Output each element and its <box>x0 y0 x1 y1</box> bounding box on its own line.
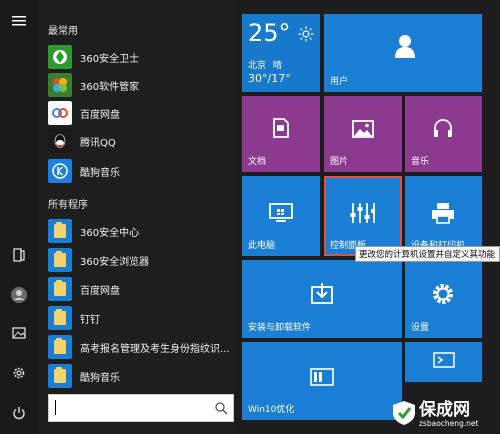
frequent-section-title: 最常用 <box>48 26 78 37</box>
computer-icon <box>269 203 293 227</box>
win10-optimize-tile[interactable]: Win10优化 <box>242 342 402 420</box>
install-uninstall-tile-label: 安装与卸载软件 <box>248 323 312 333</box>
list-item-label: 腾讯QQ <box>80 137 116 149</box>
power-icon[interactable] <box>6 400 32 426</box>
control-panel-tile[interactable]: 控制面板 <box>324 176 402 256</box>
settings-tile-label: 设置 <box>411 323 430 333</box>
list-item-label: 360软件管家 <box>80 81 140 93</box>
pictures-tile-icon <box>352 120 374 142</box>
list-item[interactable]: 腾讯QQ <box>48 128 234 154</box>
watermark: 保成网 zsbaocheng.net <box>392 400 479 430</box>
list-item[interactable]: 钉钉 <box>48 305 234 331</box>
documents-tile[interactable]: 文档 <box>242 96 320 172</box>
terminal-tile[interactable] <box>405 342 482 382</box>
baidu-netdisk-icon <box>48 101 72 125</box>
folder-icon <box>48 364 72 388</box>
settings-tile[interactable]: 设置 <box>405 260 482 338</box>
folder-icon <box>48 248 72 272</box>
pictures-tile-label: 图片 <box>330 157 349 167</box>
list-item-label: 百度网盘 <box>80 285 120 297</box>
pictures-tile[interactable]: 图片 <box>324 96 402 172</box>
list-item[interactable]: 360安全浏览器 <box>48 247 234 273</box>
list-item-label: 酷狗音乐 <box>80 167 120 179</box>
tooltip: 更改您的计算机设置并自定义其功能 <box>355 246 500 262</box>
settings-icon <box>431 282 455 310</box>
search-icon[interactable] <box>214 400 228 419</box>
list-item[interactable]: 酷狗音乐 <box>48 158 234 184</box>
list-item-label: 钉钉 <box>80 314 100 326</box>
list-item[interactable]: 百度网盘 <box>48 100 234 126</box>
folder-icon <box>48 277 72 301</box>
music-tile[interactable]: 音乐 <box>405 96 482 172</box>
sun-icon <box>298 26 314 46</box>
devices-printers-tile[interactable]: 设备和打印机 <box>405 176 482 256</box>
user-tile[interactable]: 用户 <box>324 14 482 92</box>
watermark-shield-icon <box>392 400 416 430</box>
360-software-manager-icon <box>48 73 72 97</box>
list-item-label: 高考报名管理及考生身份指纹识... <box>80 343 230 355</box>
weather-temperature: 25° <box>248 19 291 47</box>
hamburger-menu-icon[interactable] <box>6 8 32 34</box>
win10-optimize-tile-label: Win10优化 <box>248 405 295 415</box>
list-item[interactable]: 360软件管家 <box>48 72 234 98</box>
list-item-label: 酷狗音乐 <box>80 372 120 384</box>
weather-location-row: 北京 晴 <box>248 58 282 71</box>
folder-icon <box>48 306 72 330</box>
printer-icon <box>431 202 455 228</box>
search-input[interactable] <box>48 394 234 422</box>
text-caret <box>55 400 56 415</box>
user-icon <box>395 34 415 62</box>
list-item[interactable]: 高考报名管理及考生身份指纹识... <box>48 334 234 360</box>
list-item[interactable]: 酷狗音乐 <box>48 363 234 389</box>
folder-icon <box>48 335 72 359</box>
terminal-icon <box>432 352 455 372</box>
app-list: 最常用 360安全卫士 360软件管家 百度网盘 腾讯QQ 酷狗音乐 所有程序 … <box>38 0 234 434</box>
watermark-title: 保成网 <box>419 400 470 420</box>
list-item-label: 360安全中心 <box>80 227 140 239</box>
list-item-label: 百度网盘 <box>80 109 120 121</box>
this-pc-tile-label: 此电脑 <box>248 241 276 251</box>
watermark-url: zsbaocheng.net <box>419 419 479 428</box>
music-tile-label: 音乐 <box>411 157 430 167</box>
this-pc-tile[interactable]: 此电脑 <box>242 176 320 256</box>
weather-location: 北京 <box>248 61 267 71</box>
list-item-label: 360安全浏览器 <box>80 256 150 268</box>
360-safe-icon <box>48 45 72 69</box>
qq-icon <box>48 129 72 153</box>
install-uninstall-tile[interactable]: 安装与卸载软件 <box>242 260 402 338</box>
list-item[interactable]: 360安全卫士 <box>48 44 234 70</box>
headphones-icon <box>432 118 454 142</box>
sliders-icon <box>349 202 375 228</box>
user-avatar-icon[interactable] <box>6 282 32 308</box>
kugou-music-icon <box>48 159 72 183</box>
weather-range: 30°/17° <box>248 72 291 85</box>
list-item[interactable]: 360安全中心 <box>48 218 234 244</box>
start-rail <box>0 0 38 434</box>
list-item[interactable]: 百度网盘 <box>48 276 234 302</box>
settings-gear-icon[interactable] <box>6 360 32 386</box>
documents-icon <box>272 118 290 142</box>
document-icon[interactable] <box>6 242 32 268</box>
list-item-label: 360安全卫士 <box>80 53 140 65</box>
all-programs-title: 所有程序 <box>48 200 88 211</box>
weather-condition: 晴 <box>272 61 282 71</box>
documents-tile-label: 文档 <box>248 157 267 167</box>
pictures-icon[interactable] <box>6 320 32 346</box>
optimize-icon <box>310 368 334 390</box>
folder-icon <box>48 219 72 243</box>
download-box-icon <box>311 282 333 308</box>
weather-tile[interactable]: 25° 北京 晴 30°/17° <box>242 14 320 92</box>
user-tile-label: 用户 <box>330 77 349 87</box>
